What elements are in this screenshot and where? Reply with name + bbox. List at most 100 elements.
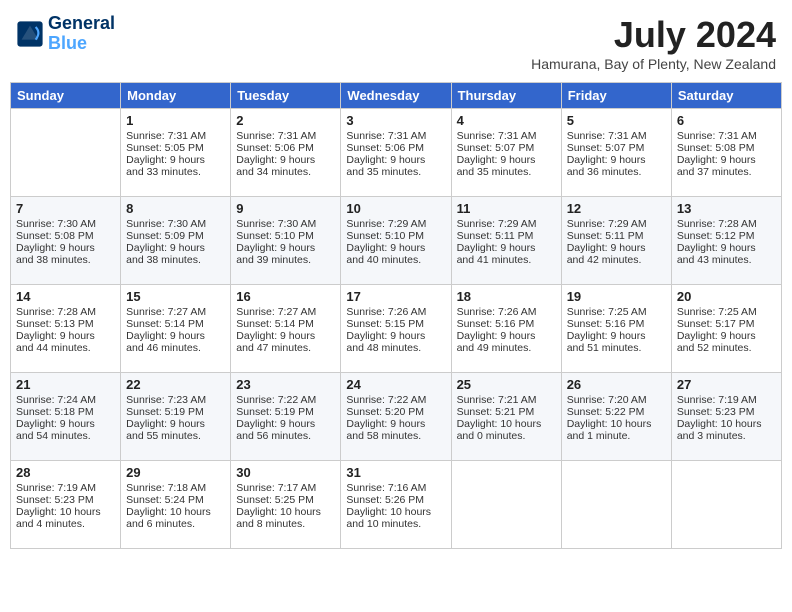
- sunrise-text: Sunrise: 7:31 AM: [236, 130, 335, 142]
- daylight-text: Daylight: 9 hours and 41 minutes.: [457, 242, 556, 266]
- day-number: 19: [567, 289, 666, 304]
- sunrise-text: Sunrise: 7:28 AM: [677, 218, 776, 230]
- daylight-text: Daylight: 9 hours and 38 minutes.: [16, 242, 115, 266]
- sunrise-text: Sunrise: 7:31 AM: [677, 130, 776, 142]
- sunrise-text: Sunrise: 7:30 AM: [16, 218, 115, 230]
- calendar-cell: 2 Sunrise: 7:31 AMSunset: 5:06 PMDaylight…: [231, 109, 341, 197]
- sunset-text: Sunset: 5:18 PM: [16, 406, 115, 418]
- daylight-text: Daylight: 9 hours and 38 minutes.: [126, 242, 225, 266]
- calendar-cell: 10Sunrise: 7:29 AMSunset: 5:10 PMDayligh…: [341, 197, 451, 285]
- sunset-text: Sunset: 5:11 PM: [567, 230, 666, 242]
- daylight-text: Daylight: 10 hours and 10 minutes.: [346, 506, 445, 530]
- calendar-cell: 9Sunrise: 7:30 AMSunset: 5:10 PMDaylight…: [231, 197, 341, 285]
- logo-text: General Blue: [48, 14, 115, 54]
- sunrise-text: Sunrise: 7:22 AM: [346, 394, 445, 406]
- sunrise-text: Sunrise: 7:28 AM: [16, 306, 115, 318]
- sunrise-text: Sunrise: 7:30 AM: [236, 218, 335, 230]
- calendar-cell: 15Sunrise: 7:27 AMSunset: 5:14 PMDayligh…: [121, 285, 231, 373]
- sunrise-text: Sunrise: 7:29 AM: [567, 218, 666, 230]
- sunset-text: Sunset: 5:21 PM: [457, 406, 556, 418]
- daylight-text: Daylight: 9 hours and 33 minutes.: [126, 154, 225, 178]
- daylight-text: Daylight: 10 hours and 4 minutes.: [16, 506, 115, 530]
- day-number: 5: [567, 113, 666, 128]
- header-friday: Friday: [561, 83, 671, 109]
- sunrise-text: Sunrise: 7:26 AM: [457, 306, 556, 318]
- month-title: July 2024: [531, 14, 776, 56]
- daylight-text: Daylight: 9 hours and 34 minutes.: [236, 154, 335, 178]
- day-number: 9: [236, 201, 335, 216]
- sunrise-text: Sunrise: 7:24 AM: [16, 394, 115, 406]
- sunrise-text: Sunrise: 7:16 AM: [346, 482, 445, 494]
- daylight-text: Daylight: 9 hours and 42 minutes.: [567, 242, 666, 266]
- calendar-cell: 1Sunrise: 7:31 AMSunset: 5:05 PMDaylight…: [121, 109, 231, 197]
- sunset-text: Sunset: 5:19 PM: [126, 406, 225, 418]
- day-number: 16: [236, 289, 335, 304]
- sunset-text: Sunset: 5:06 PM: [346, 142, 445, 154]
- sunset-text: Sunset: 5:08 PM: [16, 230, 115, 242]
- header-tuesday: Tuesday: [231, 83, 341, 109]
- sunset-text: Sunset: 5:09 PM: [126, 230, 225, 242]
- sunrise-text: Sunrise: 7:18 AM: [126, 482, 225, 494]
- day-number: 12: [567, 201, 666, 216]
- daylight-text: Daylight: 9 hours and 49 minutes.: [457, 330, 556, 354]
- day-number: 18: [457, 289, 556, 304]
- calendar-cell: 13Sunrise: 7:28 AMSunset: 5:12 PMDayligh…: [671, 197, 781, 285]
- sunset-text: Sunset: 5:06 PM: [236, 142, 335, 154]
- sunset-text: Sunset: 5:07 PM: [567, 142, 666, 154]
- sunset-text: Sunset: 5:10 PM: [346, 230, 445, 242]
- sunrise-text: Sunrise: 7:25 AM: [677, 306, 776, 318]
- sunset-text: Sunset: 5:14 PM: [236, 318, 335, 330]
- sunrise-text: Sunrise: 7:26 AM: [346, 306, 445, 318]
- day-number: 4: [457, 113, 556, 128]
- day-number: 2: [236, 113, 335, 128]
- calendar-cell: 29Sunrise: 7:18 AMSunset: 5:24 PMDayligh…: [121, 461, 231, 549]
- daylight-text: Daylight: 9 hours and 51 minutes.: [567, 330, 666, 354]
- day-number: 28: [16, 465, 115, 480]
- day-number: 14: [16, 289, 115, 304]
- day-number: 7: [16, 201, 115, 216]
- daylight-text: Daylight: 9 hours and 35 minutes.: [457, 154, 556, 178]
- daylight-text: Daylight: 10 hours and 8 minutes.: [236, 506, 335, 530]
- daylight-text: Daylight: 9 hours and 40 minutes.: [346, 242, 445, 266]
- calendar-cell: 8Sunrise: 7:30 AMSunset: 5:09 PMDaylight…: [121, 197, 231, 285]
- sunset-text: Sunset: 5:23 PM: [677, 406, 776, 418]
- daylight-text: Daylight: 9 hours and 55 minutes.: [126, 418, 225, 442]
- calendar-cell: 18Sunrise: 7:26 AMSunset: 5:16 PMDayligh…: [451, 285, 561, 373]
- daylight-text: Daylight: 9 hours and 48 minutes.: [346, 330, 445, 354]
- week-row-4: 21Sunrise: 7:24 AMSunset: 5:18 PMDayligh…: [11, 373, 782, 461]
- calendar-cell: 24Sunrise: 7:22 AMSunset: 5:20 PMDayligh…: [341, 373, 451, 461]
- sunrise-text: Sunrise: 7:21 AM: [457, 394, 556, 406]
- daylight-text: Daylight: 10 hours and 1 minute.: [567, 418, 666, 442]
- sunrise-text: Sunrise: 7:31 AM: [457, 130, 556, 142]
- daylight-text: Daylight: 9 hours and 47 minutes.: [236, 330, 335, 354]
- daylight-text: Daylight: 9 hours and 56 minutes.: [236, 418, 335, 442]
- day-number: 6: [677, 113, 776, 128]
- sunset-text: Sunset: 5:14 PM: [126, 318, 225, 330]
- sunrise-text: Sunrise: 7:25 AM: [567, 306, 666, 318]
- week-row-1: 1Sunrise: 7:31 AMSunset: 5:05 PMDaylight…: [11, 109, 782, 197]
- daylight-text: Daylight: 10 hours and 6 minutes.: [126, 506, 225, 530]
- day-number: 20: [677, 289, 776, 304]
- day-number: 15: [126, 289, 225, 304]
- sunset-text: Sunset: 5:11 PM: [457, 230, 556, 242]
- daylight-text: Daylight: 9 hours and 46 minutes.: [126, 330, 225, 354]
- calendar-header-row: SundayMondayTuesdayWednesdayThursdayFrid…: [11, 83, 782, 109]
- calendar-cell: 30Sunrise: 7:17 AMSunset: 5:25 PMDayligh…: [231, 461, 341, 549]
- day-number: 25: [457, 377, 556, 392]
- header-thursday: Thursday: [451, 83, 561, 109]
- sunset-text: Sunset: 5:20 PM: [346, 406, 445, 418]
- sunset-text: Sunset: 5:26 PM: [346, 494, 445, 506]
- logo-line2: Blue: [48, 34, 115, 54]
- calendar-cell: 3Sunrise: 7:31 AMSunset: 5:06 PMDaylight…: [341, 109, 451, 197]
- sunrise-text: Sunrise: 7:31 AM: [126, 130, 225, 142]
- day-number: 27: [677, 377, 776, 392]
- calendar-cell: [671, 461, 781, 549]
- sunset-text: Sunset: 5:22 PM: [567, 406, 666, 418]
- calendar-cell: 16Sunrise: 7:27 AMSunset: 5:14 PMDayligh…: [231, 285, 341, 373]
- sunrise-text: Sunrise: 7:23 AM: [126, 394, 225, 406]
- daylight-text: Daylight: 9 hours and 58 minutes.: [346, 418, 445, 442]
- day-number: 26: [567, 377, 666, 392]
- day-number: 10: [346, 201, 445, 216]
- sunset-text: Sunset: 5:25 PM: [236, 494, 335, 506]
- title-section: July 2024 Hamurana, Bay of Plenty, New Z…: [531, 14, 776, 72]
